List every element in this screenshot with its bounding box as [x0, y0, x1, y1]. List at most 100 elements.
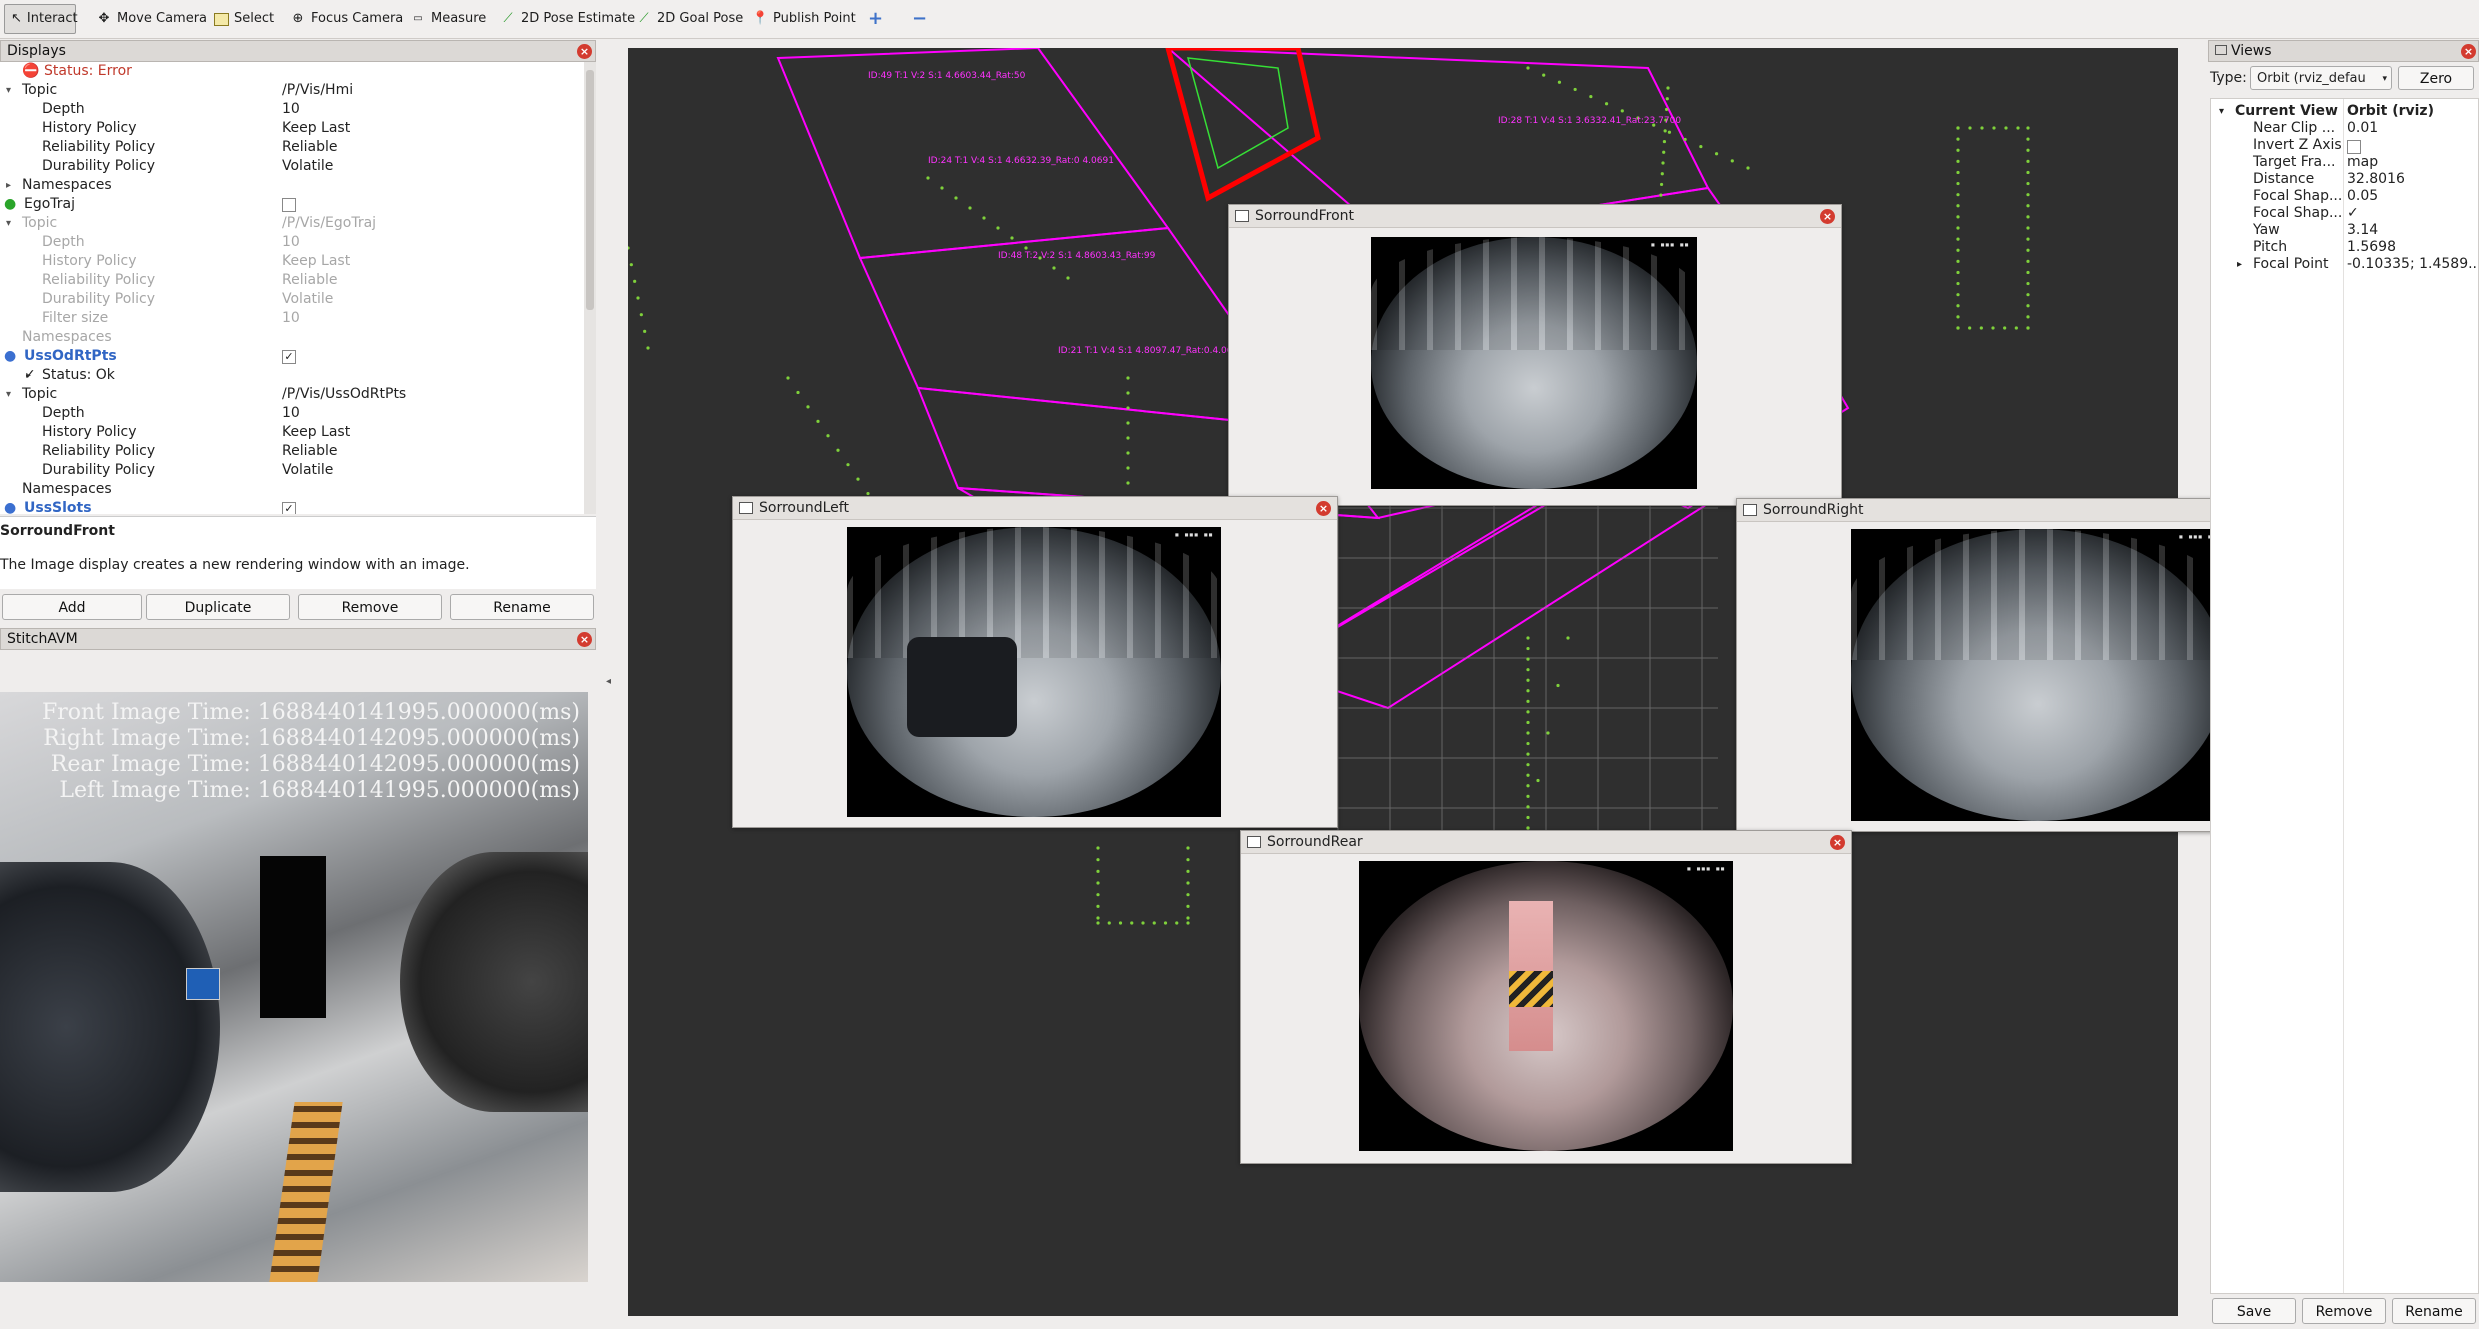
display-row[interactable]: ▸ ⛔ Status: Error [0, 62, 580, 81]
close-icon[interactable]: × [2461, 44, 2476, 59]
window-icon [2215, 45, 2227, 55]
add-tool-button[interactable]: + [862, 4, 889, 34]
display-row[interactable]: Depth 10 [0, 100, 580, 119]
view-prop-value[interactable]: 0.05 [2347, 188, 2477, 205]
window-titlebar[interactable]: SorroundFront × [1229, 205, 1841, 228]
display-row[interactable]: ● EgoTraj [0, 195, 580, 214]
uss-point [1683, 137, 1687, 142]
close-icon[interactable]: × [577, 632, 592, 647]
display-row[interactable]: Durability Policy Volatile [0, 157, 580, 176]
view-prop-value[interactable]: 1.5698 [2347, 239, 2477, 256]
remove-button[interactable]: Remove [298, 594, 442, 620]
chevron-down-icon[interactable]: ▾ [6, 214, 11, 233]
view-type-select[interactable]: Orbit (rviz_defau ▾ [2250, 66, 2392, 90]
view-prop-value[interactable]: 32.8016 [2347, 171, 2477, 188]
chevron-right-icon[interactable]: ▸ [6, 176, 11, 195]
uss-point [2026, 215, 2030, 219]
uss-point [866, 491, 870, 496]
rename-button[interactable]: Rename [450, 594, 594, 620]
pose-estimate-tool[interactable]: ⟋ 2D Pose Estimate [494, 4, 641, 34]
add-button[interactable]: Add [2, 594, 142, 620]
chevron-down-icon[interactable]: ▾ [6, 385, 11, 404]
select-tool[interactable]: Select [208, 4, 280, 34]
uss-point [1526, 668, 1530, 672]
collapse-handle[interactable]: ◂ [606, 676, 611, 687]
remove-tool-button[interactable]: − [906, 4, 933, 34]
display-row[interactable]: History Policy Keep Last [0, 119, 580, 138]
interact-tool[interactable]: ↖ Interact [4, 4, 78, 34]
zero-button[interactable]: Zero [2398, 66, 2474, 90]
display-row[interactable]: Reliability Policy Reliable [0, 442, 580, 461]
publish-point-tool[interactable]: 📍 Publish Point [746, 4, 862, 34]
view-prop-value[interactable]: map [2347, 154, 2477, 171]
display-row[interactable]: Reliability Policy Reliable [0, 271, 580, 290]
chevron-right-icon[interactable]: ▸ [2237, 256, 2242, 273]
visibility-checkbox[interactable]: ✓ [282, 350, 296, 364]
display-row[interactable]: ● UssSlots ✓ [0, 499, 580, 514]
uss-point [1010, 236, 1014, 240]
display-row[interactable]: ▸ ✓ Status: Ok [0, 366, 580, 385]
uss-point [2026, 304, 2030, 308]
pose-estimate-icon: ⟋ [503, 11, 513, 26]
window-titlebar[interactable]: SorroundRear × [1241, 831, 1851, 854]
window-titlebar[interactable]: SorroundLeft × [733, 497, 1337, 520]
display-row[interactable]: ▾ Topic/P/Vis/Hmi [0, 81, 580, 100]
uss-point [1667, 130, 1672, 134]
measure-tool[interactable]: ▭ Measure [404, 4, 492, 34]
chevron-down-icon[interactable]: ▾ [2219, 103, 2224, 120]
view-prop-value[interactable]: 3.14 [2347, 222, 2477, 239]
move-camera-tool[interactable]: ✥ Move Camera [90, 4, 213, 34]
views-tree[interactable]: Current View Orbit (rviz) ▾ Near Clip ... 0.… [2210, 98, 2479, 1294]
uss-point [2026, 159, 2030, 163]
row-key: History Policy [42, 424, 137, 440]
display-row[interactable]: Reliability Policy Reliable [0, 138, 580, 157]
sorround-front-window[interactable]: SorroundFront × ▪ ▪▪▪ ▪▪ [1228, 204, 1842, 506]
view-prop-value[interactable]: Orbit (rviz) [2347, 103, 2477, 120]
save-button[interactable]: Save [2212, 1298, 2296, 1324]
display-row[interactable]: ▸ Namespaces [0, 176, 580, 195]
close-icon[interactable]: × [577, 44, 592, 59]
select-icon [214, 12, 229, 26]
display-row[interactable]: Durability Policy Volatile [0, 461, 580, 480]
row-key: Depth [42, 234, 85, 250]
remove-view-button[interactable]: Remove [2302, 1298, 2386, 1324]
view-prop-value[interactable]: 0.01 [2347, 120, 2477, 137]
rename-view-button[interactable]: Rename [2392, 1298, 2476, 1324]
focus-camera-tool[interactable]: ⊕ Focus Camera [284, 4, 409, 34]
chevron-down-icon[interactable]: ▾ [6, 81, 11, 100]
display-row[interactable]: Durability Policy Volatile [0, 290, 580, 309]
close-icon[interactable]: × [1316, 501, 1331, 516]
display-row[interactable]: ▾ Topic/P/Vis/UssOdRtPts [0, 385, 580, 404]
close-icon[interactable]: × [1830, 835, 1845, 850]
display-row[interactable]: ● UssOdRtPts ✓ [0, 347, 580, 366]
display-row[interactable]: Depth 10 [0, 233, 580, 252]
display-row[interactable]: Namespaces [0, 328, 580, 347]
visibility-checkbox[interactable] [282, 198, 296, 212]
uss-point [996, 226, 1000, 230]
displays-scrollbar[interactable] [584, 62, 596, 514]
display-row[interactable]: Depth 10 [0, 404, 580, 423]
visibility-checkbox[interactable]: ✓ [282, 502, 296, 514]
uss-point [1186, 904, 1190, 908]
invert-z-checkbox[interactable] [2347, 140, 2361, 154]
uss-point [982, 216, 986, 220]
uss-point [1526, 636, 1530, 640]
sorround-left-window[interactable]: SorroundLeft × ▪ ▪▪▪ ▪▪ [732, 496, 1338, 828]
uss-point [2026, 293, 2030, 297]
view-prop-value[interactable]: -0.10335; 1.4589... [2347, 256, 2477, 273]
view-prop-value[interactable] [2347, 137, 2477, 154]
row-value: /P/Vis/Hmi [282, 82, 354, 98]
display-row[interactable]: ▾ Topic/P/Vis/EgoTraj [0, 214, 580, 233]
goal-pose-tool[interactable]: ⟋ 2D Goal Pose [630, 4, 749, 34]
uss-point [1536, 778, 1540, 783]
display-row[interactable]: Filter size 10 [0, 309, 580, 328]
display-row[interactable]: History Policy Keep Last [0, 252, 580, 271]
displays-tree[interactable]: ▸ ⛔ Status: Error ▾ Topic/P/Vis/Hmi Depth 10 H… [0, 62, 584, 514]
display-row[interactable]: History Policy Keep Last [0, 423, 580, 442]
display-row[interactable]: Namespaces [0, 480, 580, 499]
sorround-rear-window[interactable]: SorroundRear × ▪ ▪▪▪ ▪▪ [1240, 830, 1852, 1164]
close-icon[interactable]: × [1820, 209, 1835, 224]
duplicate-button[interactable]: Duplicate [146, 594, 290, 620]
scroll-thumb[interactable] [586, 70, 594, 310]
view-prop-value[interactable]: ✓ [2347, 205, 2477, 222]
